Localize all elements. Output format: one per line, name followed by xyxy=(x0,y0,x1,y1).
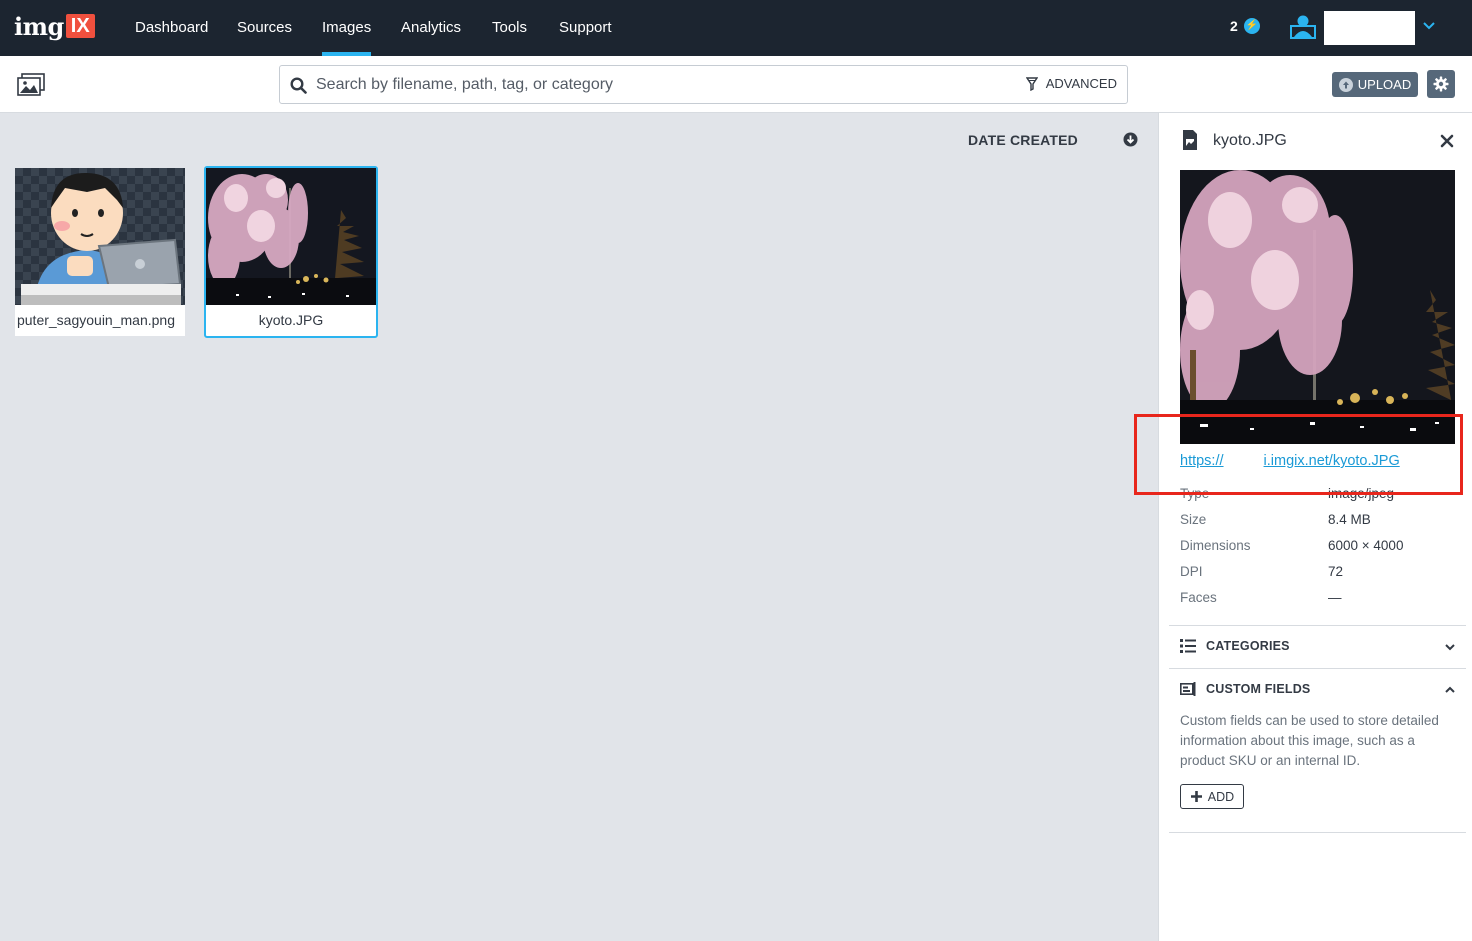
chevron-up-icon[interactable] xyxy=(1443,683,1457,697)
image-details-panel: kyoto.JPG https://i.imgix.net/kyoto.JPG … xyxy=(1158,113,1472,941)
url-prefix: https:// xyxy=(1180,453,1224,469)
upload-icon xyxy=(1338,77,1353,92)
close-icon[interactable] xyxy=(1439,133,1455,149)
meta-value-dimensions: 6000 × 4000 xyxy=(1328,538,1404,553)
top-nav: img IX Dashboard Sources Images Analytic… xyxy=(0,0,1472,56)
custom-fields-icon xyxy=(1180,682,1196,696)
categories-section-header[interactable]: CATEGORIES xyxy=(1180,639,1290,653)
image-gallery-icon[interactable] xyxy=(16,73,46,97)
nav-tools[interactable]: Tools xyxy=(492,0,527,56)
search-input[interactable] xyxy=(316,74,1016,96)
logo-text: img xyxy=(14,11,64,41)
nav-images[interactable]: Images xyxy=(322,0,372,56)
nav-support[interactable]: Support xyxy=(559,0,612,56)
user-icon[interactable] xyxy=(1290,13,1316,39)
divider xyxy=(1169,668,1466,669)
search-bar: ADVANCED xyxy=(279,65,1128,104)
meta-label-dpi: DPI xyxy=(1180,564,1203,579)
advanced-search-button[interactable]: ADVANCED xyxy=(1025,76,1117,91)
sort-down-icon[interactable] xyxy=(1123,132,1138,147)
gear-icon xyxy=(1433,76,1449,92)
search-icon xyxy=(290,77,307,94)
custom-fields-section-header[interactable]: CUSTOM FIELDS xyxy=(1180,682,1310,696)
credits-count: 2 xyxy=(1230,18,1238,34)
imgix-logo[interactable]: img IX xyxy=(14,11,95,41)
panel-title: kyoto.JPG xyxy=(1213,132,1287,149)
image-url-link[interactable]: https:// i.imgix.net/kyoto.JPG xyxy=(1180,453,1400,469)
meta-value-faces: — xyxy=(1328,590,1342,605)
image-card[interactable]: puter_sagyouin_man.png xyxy=(14,167,186,337)
custom-fields-label: CUSTOM FIELDS xyxy=(1206,682,1311,696)
image-thumbnail xyxy=(206,168,376,305)
divider xyxy=(1169,625,1466,626)
meta-label-faces: Faces xyxy=(1180,590,1217,605)
credits-indicator[interactable]: 2 ⚡ xyxy=(1230,18,1260,34)
meta-label-type: Type xyxy=(1180,486,1210,501)
image-card-selected[interactable]: kyoto.JPG xyxy=(204,166,378,338)
filter-icon xyxy=(1025,76,1038,91)
meta-value-size: 8.4 MB xyxy=(1328,512,1371,527)
custom-fields-help: Custom fields can be used to store detai… xyxy=(1180,713,1439,768)
meta-value-dpi: 72 xyxy=(1328,564,1344,579)
list-icon xyxy=(1180,639,1196,653)
url-suffix: i.imgix.net/kyoto.JPG xyxy=(1263,453,1400,469)
image-filename: puter_sagyouin_man.png xyxy=(16,312,175,328)
upload-label: UPLOAD xyxy=(1357,77,1412,92)
add-label: ADD xyxy=(1207,789,1235,804)
sort-label[interactable]: DATE CREATED xyxy=(968,132,1078,148)
nav-dashboard[interactable]: Dashboard xyxy=(135,0,208,56)
file-image-icon xyxy=(1183,130,1197,150)
advanced-label: ADVANCED xyxy=(1045,76,1117,91)
account-name-redacted[interactable] xyxy=(1324,11,1415,45)
logo-badge: IX xyxy=(65,14,95,38)
meta-label-size: Size xyxy=(1180,512,1207,527)
bolt-icon: ⚡ xyxy=(1243,18,1260,34)
image-preview xyxy=(1180,170,1455,444)
meta-value-type: image/jpeg xyxy=(1328,486,1395,501)
nav-sources[interactable]: Sources xyxy=(237,0,292,56)
settings-button[interactable] xyxy=(1427,70,1455,98)
plus-icon xyxy=(1190,791,1202,802)
chevron-down-icon[interactable] xyxy=(1421,18,1437,34)
upload-button[interactable]: UPLOAD xyxy=(1332,72,1418,97)
divider xyxy=(1169,832,1466,833)
image-thumbnail xyxy=(15,168,185,305)
meta-label-dimensions: Dimensions xyxy=(1180,538,1251,553)
categories-label: CATEGORIES xyxy=(1206,639,1290,653)
toolbar: ADVANCED UPLOAD xyxy=(0,56,1472,113)
add-custom-field-button[interactable]: ADD xyxy=(1180,784,1244,809)
image-filename: kyoto.JPG xyxy=(258,312,324,328)
nav-analytics[interactable]: Analytics xyxy=(401,0,461,56)
chevron-down-icon[interactable] xyxy=(1443,640,1457,654)
